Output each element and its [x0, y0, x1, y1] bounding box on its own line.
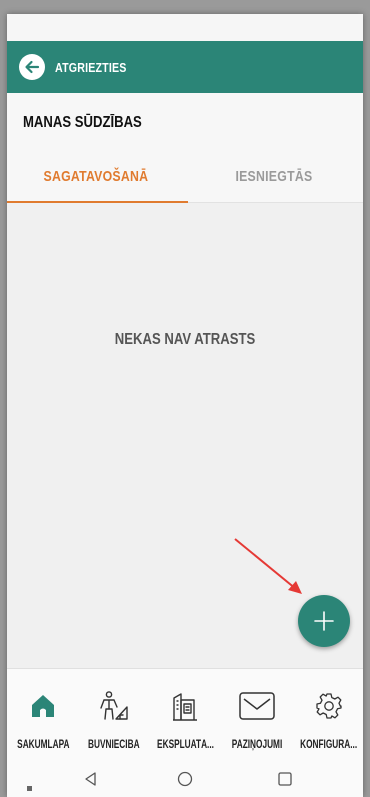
nav-label-operation: EKSPLUATĀ...	[156, 739, 214, 751]
system-recents-icon[interactable]	[277, 771, 293, 792]
tab-submitted[interactable]: IESNIEGTĀS	[185, 151, 363, 202]
plus-icon	[314, 611, 334, 631]
tab-submitted-label: IESNIEGTĀS	[235, 168, 313, 185]
gear-icon	[315, 689, 343, 723]
nav-label-settings: KONFIGURĀ...	[300, 739, 358, 751]
phone-screen: ATGRIEZTIES MANAS SŪDZĪBAS SAGATAVOŠANĀ …	[7, 14, 363, 797]
tab-bar: SAGATAVOŠANĀ IESNIEGTĀS	[7, 151, 363, 203]
construction-worker-icon	[98, 689, 130, 723]
empty-state-message: NEKAS NAV ATRASTS	[114, 331, 256, 348]
back-label[interactable]: ATGRIEZTIES	[55, 60, 126, 75]
top-app-bar: ATGRIEZTIES	[7, 41, 363, 93]
system-navigation-bar	[7, 764, 363, 797]
back-button[interactable]	[19, 54, 45, 80]
nav-item-settings[interactable]: KONFIGURĀ...	[293, 669, 363, 765]
add-complaint-button[interactable]	[298, 595, 350, 647]
system-back-icon[interactable]	[83, 771, 99, 792]
arrow-left-icon	[25, 60, 40, 74]
nav-item-home[interactable]: SĀKUMLAPA	[7, 669, 79, 765]
home-icon	[29, 689, 57, 723]
envelope-icon	[238, 689, 276, 723]
annotation-arrow-icon	[234, 538, 302, 594]
nav-label-home: SĀKUMLAPA	[16, 739, 70, 751]
tab-drafts[interactable]: SAGATAVOŠANĀ	[7, 151, 185, 202]
tab-drafts-label: SAGATAVOŠANĀ	[43, 168, 149, 185]
status-bar	[7, 14, 363, 41]
nav-item-operation[interactable]: EKSPLUATĀ...	[149, 669, 221, 765]
nav-item-notifications[interactable]: PAZIŅOJUMI	[221, 669, 293, 765]
nav-label-construction: BŪVNIECĪBA	[88, 739, 140, 751]
buildings-icon	[170, 689, 200, 723]
system-home-icon[interactable]	[177, 771, 193, 792]
nav-item-construction[interactable]: BŪVNIECĪBA	[78, 669, 150, 765]
nav-label-notifications: PAZIŅOJUMI	[231, 739, 283, 751]
recent-dot-icon	[27, 778, 32, 796]
page-title: MANAS SŪDZĪBAS	[23, 114, 142, 131]
bottom-navigation: SĀKUMLAPA BŪVNIECĪBA EKSPLUATĀ... PAZIŅO…	[7, 668, 363, 765]
page-title-row: MANAS SŪDZĪBAS	[7, 93, 363, 151]
